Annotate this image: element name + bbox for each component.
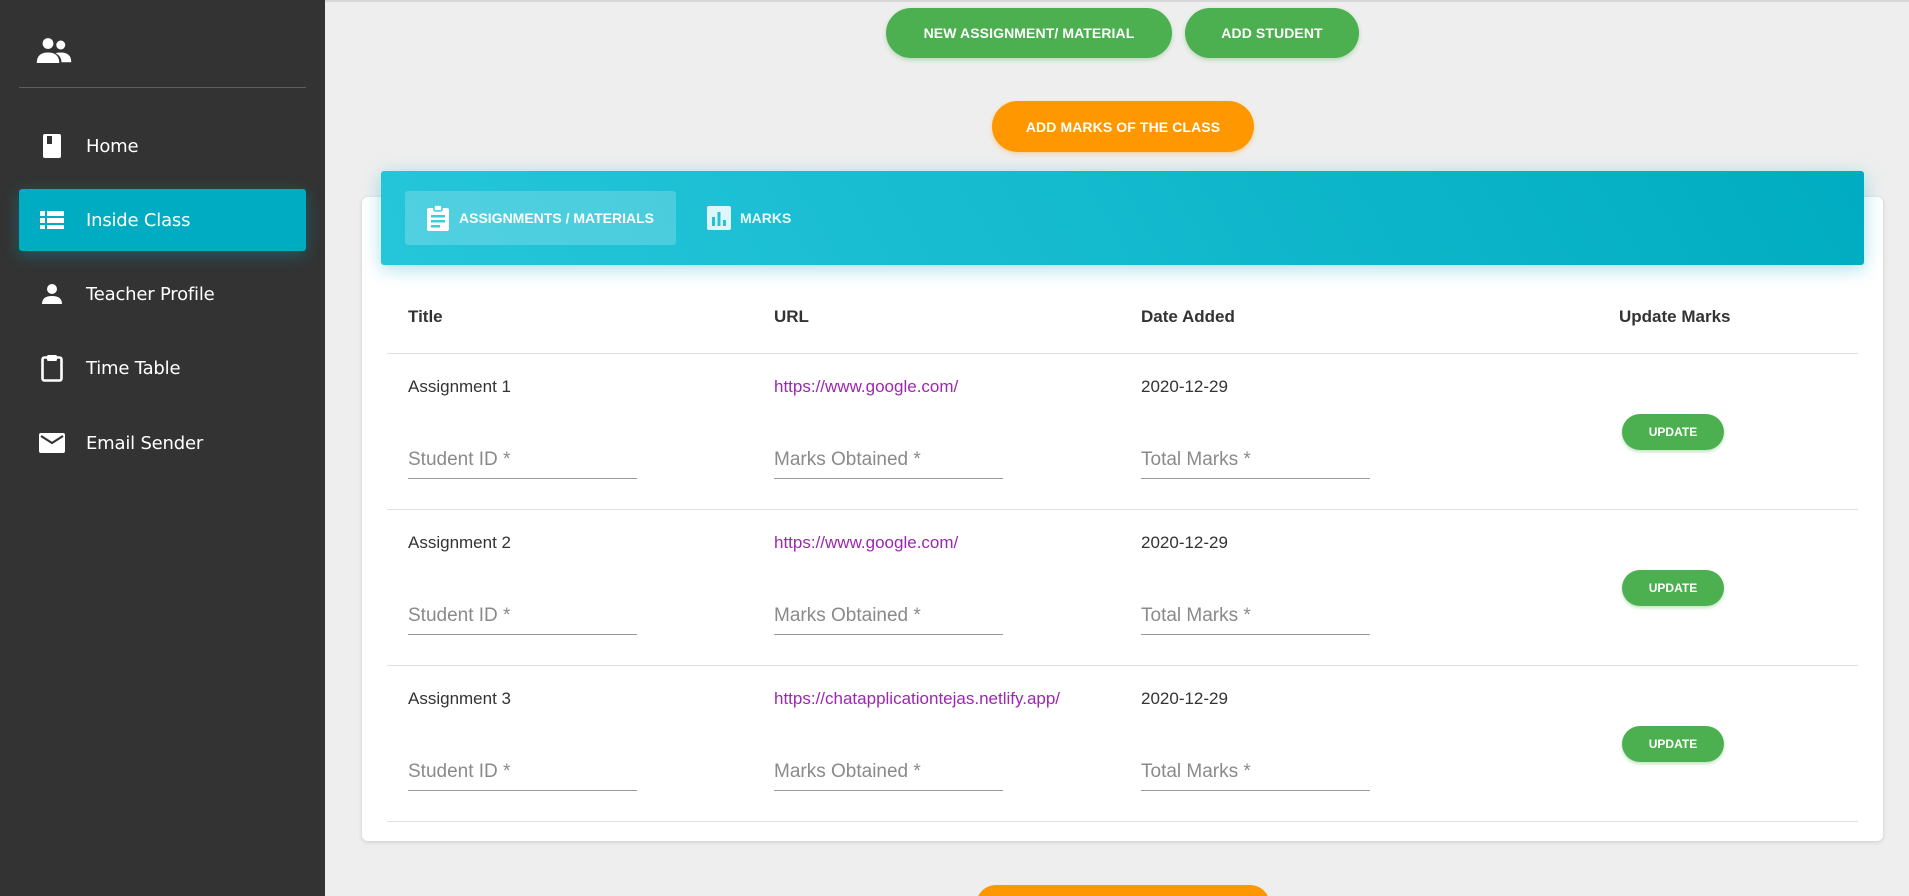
student-id-placeholder: Student ID * bbox=[408, 449, 511, 470]
sidebar-item-inside-class[interactable]: Inside Class bbox=[19, 189, 306, 251]
sidebar-item-label: Email Sender bbox=[86, 432, 204, 454]
marks-obtained-placeholder: Marks Obtained * bbox=[774, 761, 921, 782]
bottom-orange-button[interactable] bbox=[976, 885, 1270, 896]
book-icon bbox=[38, 132, 66, 160]
assignment-title: Assignment 2 bbox=[408, 533, 511, 552]
person-icon bbox=[38, 280, 66, 308]
student-id-placeholder: Student ID * bbox=[408, 761, 511, 782]
assignment-title: Assignment 1 bbox=[408, 377, 511, 396]
bar-chart-icon bbox=[706, 205, 732, 231]
sidebar-item-email-sender[interactable]: Email Sender bbox=[19, 412, 306, 474]
clipboard-icon bbox=[38, 354, 66, 382]
student-id-input[interactable]: Student ID * bbox=[408, 445, 637, 479]
student-id-placeholder: Student ID * bbox=[408, 605, 511, 626]
column-header-title: Title bbox=[408, 307, 443, 326]
assignment-icon bbox=[425, 205, 451, 231]
sidebar-divider bbox=[19, 87, 306, 88]
sidebar-item-label: Teacher Profile bbox=[86, 283, 215, 305]
total-marks-placeholder: Total Marks * bbox=[1141, 449, 1251, 470]
assignment-date: 2020-12-29 bbox=[1141, 377, 1228, 396]
assignment-date: 2020-12-29 bbox=[1141, 689, 1228, 708]
tab-marks[interactable]: MARKS bbox=[696, 191, 796, 245]
new-assignment-button[interactable]: NEW ASSIGNMENT/ MATERIAL bbox=[886, 8, 1172, 58]
assignment-url-link[interactable]: https://www.google.com/ bbox=[774, 533, 958, 553]
list-icon bbox=[38, 206, 66, 234]
sidebar-item-label: Time Table bbox=[86, 357, 181, 379]
add-marks-button[interactable]: ADD MARKS OF THE CLASS bbox=[992, 101, 1254, 152]
column-header-update-marks: Update Marks bbox=[1619, 307, 1731, 326]
marks-obtained-placeholder: Marks Obtained * bbox=[774, 449, 921, 470]
row-divider bbox=[387, 821, 1858, 822]
card-header-tabs: ASSIGNMENTS / MATERIALS MARKS bbox=[381, 171, 1864, 265]
total-marks-placeholder: Total Marks * bbox=[1141, 605, 1251, 626]
tab-label: ASSIGNMENTS / MATERIALS bbox=[459, 210, 654, 226]
row-divider bbox=[387, 509, 1858, 510]
sidebar: Home Inside Class Teacher Profile Time T… bbox=[0, 0, 325, 896]
marks-obtained-input[interactable]: Marks Obtained * bbox=[774, 445, 1003, 479]
sidebar-item-time-table[interactable]: Time Table bbox=[19, 337, 306, 399]
marks-obtained-input[interactable]: Marks Obtained * bbox=[774, 601, 1003, 635]
assignment-url-link[interactable]: https://chatapplicationtejas.netlify.app… bbox=[774, 689, 1060, 709]
marks-obtained-input[interactable]: Marks Obtained * bbox=[774, 757, 1003, 791]
people-icon bbox=[36, 36, 72, 68]
tab-label: MARKS bbox=[740, 210, 792, 226]
assignment-title: Assignment 3 bbox=[408, 689, 511, 708]
tab-assignments-materials[interactable]: ASSIGNMENTS / MATERIALS bbox=[405, 191, 676, 245]
total-marks-input[interactable]: Total Marks * bbox=[1141, 757, 1370, 791]
sidebar-item-teacher-profile[interactable]: Teacher Profile bbox=[19, 263, 306, 325]
sidebar-item-label: Home bbox=[86, 135, 139, 157]
top-border bbox=[325, 0, 1909, 2]
column-header-url: URL bbox=[774, 307, 809, 326]
total-marks-input[interactable]: Total Marks * bbox=[1141, 601, 1370, 635]
assignment-url-link[interactable]: https://www.google.com/ bbox=[774, 377, 958, 397]
sidebar-item-home[interactable]: Home bbox=[19, 115, 306, 177]
row-divider bbox=[387, 353, 1858, 354]
student-id-input[interactable]: Student ID * bbox=[408, 757, 637, 791]
sidebar-item-label: Inside Class bbox=[86, 209, 191, 231]
row-divider bbox=[387, 665, 1858, 666]
assignment-date: 2020-12-29 bbox=[1141, 533, 1228, 552]
marks-obtained-placeholder: Marks Obtained * bbox=[774, 605, 921, 626]
update-button[interactable]: UPDATE bbox=[1622, 414, 1724, 450]
student-id-input[interactable]: Student ID * bbox=[408, 601, 637, 635]
update-button[interactable]: UPDATE bbox=[1622, 570, 1724, 606]
add-student-button[interactable]: ADD STUDENT bbox=[1185, 8, 1359, 58]
mail-icon bbox=[38, 429, 66, 457]
update-button[interactable]: UPDATE bbox=[1622, 726, 1724, 762]
total-marks-placeholder: Total Marks * bbox=[1141, 761, 1251, 782]
total-marks-input[interactable]: Total Marks * bbox=[1141, 445, 1370, 479]
column-header-date-added: Date Added bbox=[1141, 307, 1235, 326]
